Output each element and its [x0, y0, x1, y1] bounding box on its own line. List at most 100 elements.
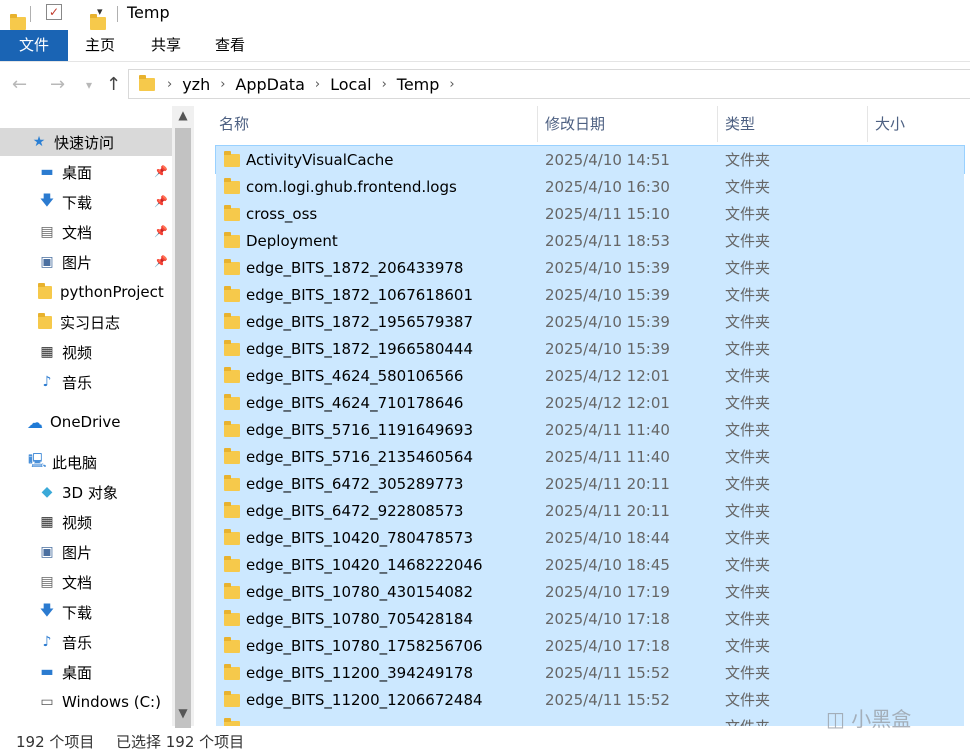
pin-icon[interactable]: 📌 [154, 195, 168, 208]
column-header-size[interactable]: 大小 [875, 106, 905, 142]
back-icon[interactable]: ← [12, 74, 27, 95]
pin-icon[interactable]: 📌 [154, 225, 168, 238]
sidebar-item-drive[interactable]: ▭ Windows (C:) [0, 688, 172, 716]
chevron-right-icon[interactable]: › [315, 77, 320, 92]
folder-icon [224, 367, 240, 383]
file-date: 2025/4/11 15:10 [545, 204, 670, 223]
file-date: 2025/4/10 18:44 [545, 528, 670, 547]
sidebar-item-onedrive[interactable]: ☁ OneDrive [0, 408, 172, 436]
pin-icon[interactable]: 📌 [154, 255, 168, 268]
file-type: 文件夹 [725, 313, 771, 331]
chevron-right-icon[interactable]: › [167, 77, 172, 92]
breadcrumb-temp[interactable]: Temp [397, 75, 440, 94]
file-row[interactable]: com.logi.ghub.frontend.logs 2025/4/10 16:… [216, 173, 964, 200]
sidebar-item-desktop[interactable]: ▬ 桌面 [0, 658, 172, 686]
tab-share[interactable]: 共享 [140, 30, 192, 61]
breadcrumb-appdata[interactable]: AppData [235, 75, 304, 94]
column-header-name[interactable]: 名称 [219, 106, 249, 142]
file-row[interactable]: edge_BITS_1872_1067618601 2025/4/10 15:39… [216, 281, 964, 308]
chevron-right-icon[interactable]: › [220, 77, 225, 92]
divider [30, 6, 31, 22]
chevron-right-icon[interactable]: › [449, 77, 454, 92]
folder-icon [224, 637, 240, 653]
folder-icon [224, 583, 240, 599]
sidebar-item-music[interactable]: ♪ 音乐 [0, 628, 172, 656]
file-type: 文件夹 [725, 556, 771, 574]
file-row[interactable]: edge_BITS_6472_922808573 2025/4/11 20:11 文… [216, 497, 964, 524]
file-type: 文件夹 [725, 340, 771, 358]
file-row[interactable]: edge_BITS_11200_394249178 2025/4/11 15:52… [216, 659, 964, 686]
sidebar-item-folder[interactable]: pythonProject [0, 278, 172, 306]
file-row[interactable]: edge_BITS_10780_705428184 2025/4/10 17:18… [216, 605, 964, 632]
address-bar[interactable]: › yzh › AppData › Local › Temp › [128, 69, 970, 99]
file-row[interactable]: edge_BITS_4624_580106566 2025/4/12 12:01 文… [216, 362, 964, 389]
file-row[interactable]: cross_oss 2025/4/11 15:10 文件夹 [216, 200, 964, 227]
file-row[interactable]: edge_BITS_1872_206433978 2025/4/10 15:39 文… [216, 254, 964, 281]
file-name: edge_BITS_10780_705428184 [246, 609, 474, 628]
sidebar-item-label: 3D 对象 [62, 483, 118, 502]
column-divider[interactable] [537, 106, 538, 142]
properties-icon[interactable]: ✓ [46, 4, 62, 20]
sidebar-item-music[interactable]: ♪ 音乐 [0, 368, 172, 396]
up-icon[interactable]: ↑ [106, 74, 121, 95]
sidebar-item-download[interactable]: 🡇 下载 📌 [0, 188, 172, 216]
tab-home[interactable]: 主页 [74, 30, 126, 61]
scroll-down-icon[interactable]: ▼ [172, 706, 194, 720]
file-row[interactable]: ActivityVisualCache 2025/4/10 14:51 文件夹 [215, 145, 965, 174]
sidebar-item-video[interactable]: ▦ 视频 [0, 508, 172, 536]
sidebar-item-picture[interactable]: ▣ 图片 📌 [0, 248, 172, 276]
file-row[interactable]: edge_BITS_5716_2135460564 2025/4/11 11:40… [216, 443, 964, 470]
sidebar-scrollbar[interactable]: ▲ ▼ [172, 106, 194, 728]
tab-file[interactable]: 文件 [0, 30, 68, 61]
video-icon: ▦ [40, 344, 54, 360]
new-folder-icon[interactable] [90, 13, 106, 30]
file-date: 2025/4/12 12:01 [545, 393, 670, 412]
desktop-icon: ▬ [40, 164, 54, 180]
column-header-date[interactable]: 修改日期 [545, 106, 605, 142]
folder-icon [224, 475, 240, 491]
breadcrumb-yzh[interactable]: yzh [182, 75, 210, 94]
navigation-bar: ← → ▾ ↑ › yzh › AppData › Local › Temp › [0, 62, 970, 106]
file-row[interactable]: edge_BITS_10780_430154082 2025/4/10 17:19… [216, 578, 964, 605]
file-type: 文件夹 [725, 259, 771, 277]
recent-locations-icon[interactable]: ▾ [86, 78, 92, 92]
file-name: edge_BITS_1872_1067618601 [246, 285, 474, 304]
sidebar-item-download[interactable]: 🡇 下载 [0, 598, 172, 626]
file-type: 文件夹 [725, 232, 771, 250]
file-row[interactable]: edge_BITS_1872_1966580444 2025/4/10 15:39… [216, 335, 964, 362]
tab-view[interactable]: 查看 [204, 30, 256, 61]
file-row[interactable]: edge_BITS_5716_1191649693 2025/4/11 11:40… [216, 416, 964, 443]
sidebar-item-quick-access[interactable]: ★ 快速访问 [0, 128, 172, 156]
sidebar-item-document[interactable]: ▤ 文档 [0, 568, 172, 596]
sidebar-item-picture[interactable]: ▣ 图片 [0, 538, 172, 566]
sidebar-item-this-pc[interactable]: 🖳 此电脑 [0, 448, 172, 476]
column-divider[interactable] [717, 106, 718, 142]
sidebar-item-label: 图片 [62, 253, 93, 272]
file-row[interactable]: edge_BITS_1872_1956579387 2025/4/10 15:39… [216, 308, 964, 335]
folder-icon [38, 312, 52, 329]
breadcrumb-local[interactable]: Local [330, 75, 371, 94]
sidebar-item-desktop[interactable]: ▬ 桌面 📌 [0, 158, 172, 186]
scroll-up-icon[interactable]: ▲ [172, 108, 194, 122]
file-type: 文件夹 [725, 421, 771, 439]
file-row[interactable]: edge_BITS_10780_1758256706 2025/4/10 17:1… [216, 632, 964, 659]
file-name: edge_BITS_10420_780478573 [246, 528, 474, 547]
pin-icon[interactable]: 📌 [154, 165, 168, 178]
folder-icon [224, 151, 240, 167]
column-divider[interactable] [867, 106, 868, 142]
chevron-right-icon[interactable]: › [382, 77, 387, 92]
sidebar-item-video[interactable]: ▦ 视频 [0, 338, 172, 366]
file-row[interactable]: edge_BITS_6472_305289773 2025/4/11 20:11 文… [216, 470, 964, 497]
forward-icon[interactable]: → [50, 74, 65, 95]
file-row[interactable]: edge_BITS_10420_780478573 2025/4/10 18:44… [216, 524, 964, 551]
column-header-type[interactable]: 类型 [725, 106, 755, 142]
file-row[interactable]: Deployment 2025/4/11 18:53 文件夹 [216, 227, 964, 254]
chevron-down-icon[interactable]: ▾ [97, 5, 103, 18]
sidebar-item-document[interactable]: ▤ 文档 📌 [0, 218, 172, 246]
scrollbar-thumb[interactable] [175, 128, 191, 728]
file-row[interactable]: edge_BITS_4624_710178646 2025/4/12 12:01 文… [216, 389, 964, 416]
sidebar-item-3d-objects[interactable]: ◆ 3D 对象 [0, 478, 172, 506]
file-row[interactable]: edge_BITS_10420_1468222046 2025/4/10 18:4… [216, 551, 964, 578]
sidebar-item-folder[interactable]: 实习日志 [0, 308, 172, 336]
download-icon: 🡇 [39, 603, 55, 619]
